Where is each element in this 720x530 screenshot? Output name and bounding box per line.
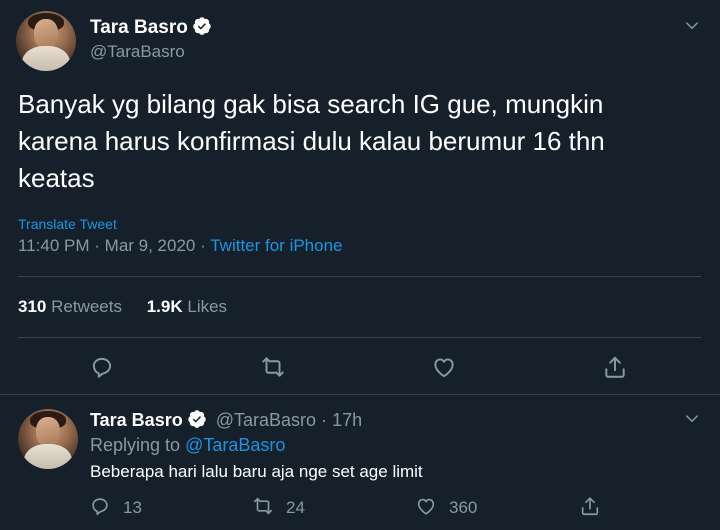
meta-separator: · (321, 410, 328, 430)
reply-like-button[interactable] (415, 495, 437, 517)
author-name-row: Tara Basro (90, 16, 212, 39)
retweets-count: 310 (18, 297, 47, 316)
share-icon (581, 497, 599, 516)
reply-author-avatar[interactable] (18, 409, 78, 469)
retweet-icon (253, 497, 273, 515)
likes-count: 1.9K (146, 297, 183, 316)
likes-label: Likes (187, 297, 228, 316)
retweets-label: Retweets (51, 297, 122, 316)
reply-like-count: 360 (449, 498, 478, 517)
author-avatar[interactable] (16, 11, 76, 71)
share-icon (605, 356, 625, 378)
author-display-name[interactable]: Tara Basro (90, 17, 188, 38)
reply-share-button[interactable] (579, 495, 601, 517)
replying-to-label: Replying to (90, 435, 181, 455)
tweet-text: Banyak yg bilang gak bisa search IG gue,… (18, 89, 605, 193)
tweet-time[interactable]: 11:40 PM (18, 236, 90, 255)
heart-icon (434, 358, 454, 378)
meta-separator: · (200, 236, 206, 255)
share-button[interactable] (602, 354, 628, 380)
reply-retweet-count: 24 (286, 498, 305, 517)
replying-to: Replying to @TaraBasro (90, 435, 285, 456)
likes-stat[interactable]: 1.9K Likes (147, 297, 227, 316)
divider (0, 394, 720, 395)
reply-age[interactable]: 17h (332, 410, 362, 430)
reply-reply-button[interactable] (89, 495, 111, 517)
verified-badge-icon (187, 410, 206, 428)
tweet-source-link[interactable]: Twitter for iPhone (210, 236, 342, 255)
retweet-icon (262, 357, 284, 377)
tweet-date[interactable]: Mar 9, 2020 (105, 236, 196, 255)
chevron-down-icon[interactable] (683, 17, 701, 35)
chevron-down-icon[interactable] (683, 410, 701, 428)
tweet-meta: 11:40 PM · Mar 9, 2020 · Twitter for iPh… (18, 236, 343, 256)
reply-button[interactable] (89, 354, 115, 380)
reply-icon (92, 498, 108, 516)
reply-reply-count: 13 (123, 498, 142, 517)
retweet-button[interactable] (260, 354, 286, 380)
reply-header: Tara Basro @TaraBasro · 17h (90, 409, 362, 431)
author-handle[interactable]: @TaraBasro (90, 42, 185, 62)
divider (18, 337, 701, 338)
like-button[interactable] (431, 354, 457, 380)
heart-icon (417, 498, 435, 515)
divider (18, 276, 701, 277)
reply-author-name[interactable]: Tara Basro (90, 410, 183, 430)
replying-to-handle-link[interactable]: @TaraBasro (185, 435, 285, 455)
tweet-stats: 310 Retweets 1.9K Likes (18, 297, 227, 317)
translate-tweet-link[interactable]: Translate Tweet (18, 216, 117, 232)
verified-badge-icon (193, 17, 211, 35)
retweets-stat[interactable]: 310 Retweets (18, 297, 122, 316)
reply-retweet-button[interactable] (252, 495, 274, 517)
reply-text: Beberapa hari lalu baru aja nge set age … (90, 462, 423, 481)
reply-author-handle[interactable]: @TaraBasro (216, 410, 316, 430)
reply-icon (92, 357, 112, 378)
meta-separator: · (94, 236, 100, 255)
